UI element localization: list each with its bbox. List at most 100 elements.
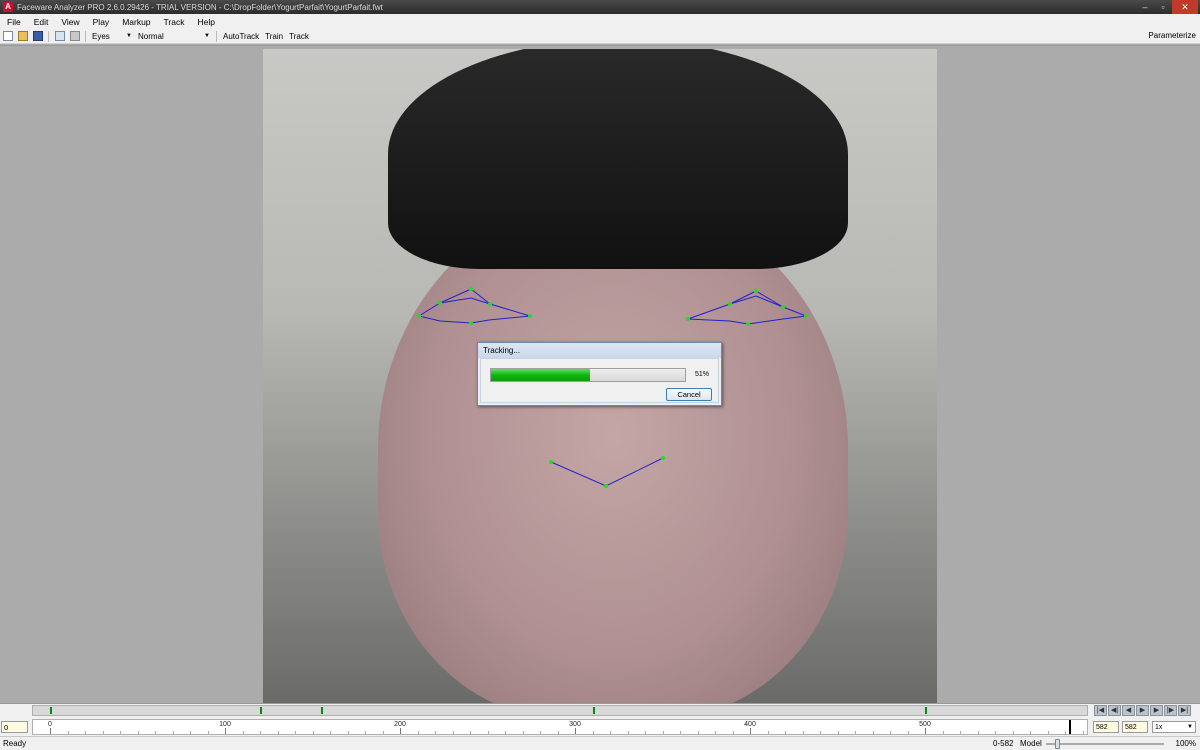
tracking-point[interactable] [804,314,808,318]
ruler-tick [85,731,86,734]
ruler-tick [680,731,681,734]
menu-file[interactable]: File [0,17,27,27]
go-to-start-icon[interactable]: |◀ [1094,705,1107,716]
autotrack-button[interactable]: AutoTrack [220,32,262,41]
toolbar: Eyes ▼ Normal ▼ AutoTrack Train Track Pa… [0,29,1200,44]
frame-ruler[interactable]: 0 100 200 300 400 500 [32,719,1088,735]
ruler-tick [487,731,489,734]
prev-key-icon[interactable]: ◀ [1122,705,1135,716]
tracking-point[interactable] [781,305,785,309]
ruler-tick [715,731,716,734]
tracking-point[interactable] [488,302,492,306]
ruler-tick [890,731,891,734]
keyframe-marker[interactable] [260,707,262,714]
ruler-tick [645,731,646,734]
menu-track[interactable]: Track [157,17,191,27]
region-select[interactable]: Eyes ▼ [89,30,135,42]
dialog-title: Tracking... [478,343,721,358]
tracking-point[interactable] [746,322,750,326]
ruler-tick [750,728,751,734]
print-icon[interactable] [70,31,80,41]
minimize-icon[interactable]: – [1136,0,1154,14]
menu-help[interactable]: Help [190,17,220,27]
zoom-slider-track[interactable] [1046,743,1164,745]
ruler-tick [925,728,926,734]
cancel-button[interactable]: Cancel [666,388,712,401]
keyframe-marker[interactable] [925,707,927,714]
ruler-tick [452,731,454,734]
open-folder-icon[interactable] [18,31,28,41]
tracking-point[interactable] [469,321,473,325]
menu-edit[interactable]: Edit [27,17,55,27]
tracking-point[interactable] [438,301,442,305]
maximize-icon[interactable]: ▫ [1154,0,1172,14]
train-button[interactable]: Train [262,32,286,41]
ruler-tick [1012,731,1014,734]
ruler-tick [225,728,226,734]
menu-play[interactable]: Play [86,17,116,27]
zoom-slider-thumb[interactable] [1055,739,1060,749]
playback-speed-value: 1x [1155,724,1163,731]
ruler-tick [540,731,541,734]
go-to-end-icon[interactable]: ▶| [1178,705,1191,716]
ruler-tick [662,731,664,734]
tracking-point[interactable] [417,314,421,318]
ruler-tick [1030,731,1031,734]
ruler-tick [557,731,559,734]
play-icon[interactable]: ▶ [1136,705,1149,716]
range-end-input[interactable]: 582 [1122,721,1148,733]
ruler-tick [942,731,944,734]
current-frame-input[interactable]: 0 [1,721,28,733]
window-title: Faceware Analyzer PRO 2.6.0.29426 - TRIA… [17,2,383,12]
progress-fill [491,369,590,381]
track-button[interactable]: Track [286,32,312,41]
ruler-tick [1065,731,1066,734]
ruler-tick [67,731,69,734]
ruler-tick [470,731,471,734]
ruler-tick [732,731,734,734]
step-forward-icon[interactable]: |▶ [1164,705,1177,716]
ruler-tick [995,731,996,734]
tracking-point[interactable] [661,456,665,460]
status-bar: Ready 0-582 Model 100% [0,736,1200,750]
ruler-tick [190,731,191,734]
ruler-tick [855,731,856,734]
ruler-tick [155,731,156,734]
tracking-point[interactable] [686,317,690,321]
left-eye-contour [418,297,531,324]
keyframe-track[interactable] [32,705,1099,716]
ruler-tick [960,731,961,734]
keyframe-marker[interactable] [50,707,52,714]
tracking-point[interactable] [604,484,608,488]
new-file-icon[interactable] [3,31,13,41]
right-eye-contour [687,295,807,325]
tracking-point[interactable] [469,287,473,291]
copy-icon[interactable] [55,31,65,41]
step-back-icon[interactable]: ◀| [1108,705,1121,716]
region-select-value: Eyes [92,31,110,41]
ruler-tick [242,731,244,734]
keyframe-marker[interactable] [321,707,324,714]
status-text: Ready [3,739,27,748]
ruler-tick [592,731,594,734]
tracking-point[interactable] [549,460,553,464]
ruler-tick [137,731,139,734]
next-key-icon[interactable]: ▶ [1150,705,1163,716]
ruler-tick-label: 100 [219,721,231,728]
close-icon[interactable]: ✕ [1172,0,1198,14]
tracking-point[interactable] [728,302,732,306]
save-icon[interactable] [33,31,43,41]
playhead[interactable] [1068,720,1071,734]
mode-select[interactable]: Normal ▼ [135,30,213,42]
tracking-point[interactable] [754,289,758,293]
parameterize-button[interactable]: Parameterize [1148,31,1196,40]
menu-markup[interactable]: Markup [115,17,156,27]
menu-view[interactable]: View [54,17,85,27]
playback-speed-select[interactable]: 1x ▼ [1152,721,1196,733]
ruler-tick [312,731,314,734]
keyframe-marker[interactable] [592,707,595,714]
tracking-point[interactable] [528,314,532,318]
range-start-input[interactable]: 582 [1093,721,1119,733]
ruler-tick [522,731,524,734]
chevron-down-icon: ▼ [1187,724,1193,730]
